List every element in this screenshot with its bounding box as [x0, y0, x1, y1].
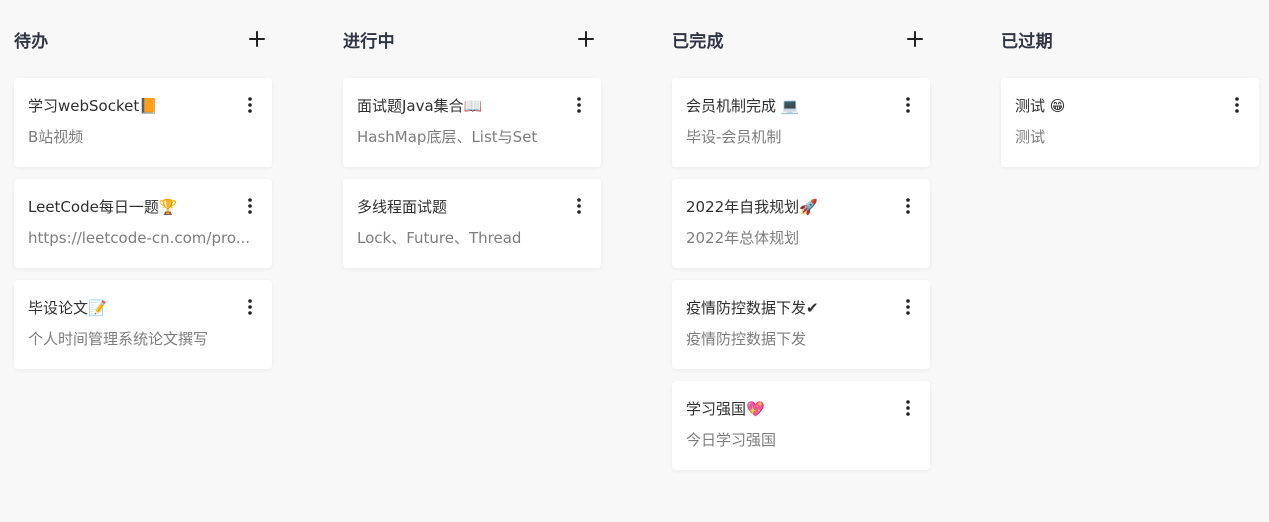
- more-vertical-icon: [577, 198, 581, 214]
- card-description: 毕设-会员机制: [686, 128, 782, 146]
- card-description: 测试: [1015, 128, 1046, 146]
- card-menu-button[interactable]: [900, 398, 916, 418]
- column-header: 进行中: [343, 24, 601, 54]
- card-menu-button[interactable]: [900, 297, 916, 317]
- more-vertical-icon: [906, 198, 910, 214]
- more-vertical-icon: [1235, 97, 1239, 113]
- add-card-button[interactable]: [575, 28, 597, 50]
- column-title: 进行中: [343, 31, 395, 52]
- card-menu-button[interactable]: [900, 196, 916, 216]
- card-description: 疫情防控数据下发: [686, 330, 807, 348]
- card-description: Lock、Future、Thread: [357, 229, 522, 247]
- card-title: 测试 😁: [1015, 97, 1066, 115]
- more-vertical-icon: [906, 400, 910, 416]
- kanban-board: 待办 学习webSocket📙 B站视频 LeetCode每日一题🏆 https…: [14, 24, 1259, 470]
- column-done: 已完成 会员机制完成 💻 毕设-会员机制 2022年自我规划🚀 2022年总体规…: [672, 24, 930, 470]
- card-description: HashMap底层、List与Set: [357, 128, 538, 146]
- card-title: 学习强国💖: [686, 400, 765, 418]
- column-todo: 待办 学习webSocket📙 B站视频 LeetCode每日一题🏆 https…: [14, 24, 272, 470]
- card-description: B站视频: [28, 128, 84, 146]
- card-title: 多线程面试题: [357, 198, 448, 216]
- more-vertical-icon: [248, 97, 252, 113]
- task-card[interactable]: 面试题Java集合📖 HashMap底层、List与Set: [343, 78, 601, 167]
- card-menu-button[interactable]: [1229, 95, 1245, 115]
- task-card[interactable]: 会员机制完成 💻 毕设-会员机制: [672, 78, 930, 167]
- card-menu-button[interactable]: [571, 95, 587, 115]
- card-list: 会员机制完成 💻 毕设-会员机制 2022年自我规划🚀 2022年总体规划 疫情…: [672, 78, 930, 470]
- add-card-button[interactable]: [904, 28, 926, 50]
- task-card[interactable]: 学习强国💖 今日学习强国: [672, 381, 930, 470]
- more-vertical-icon: [248, 198, 252, 214]
- column-title: 待办: [14, 31, 49, 52]
- card-title: LeetCode每日一题🏆: [28, 198, 178, 216]
- task-card[interactable]: 毕设论文📝 个人时间管理系统论文撰写: [14, 280, 272, 369]
- task-card[interactable]: 多线程面试题 Lock、Future、Thread: [343, 179, 601, 268]
- card-list: 面试题Java集合📖 HashMap底层、List与Set 多线程面试题 Loc…: [343, 78, 601, 268]
- card-menu-button[interactable]: [242, 196, 258, 216]
- task-card[interactable]: 2022年自我规划🚀 2022年总体规划: [672, 179, 930, 268]
- card-description: https://leetcode-cn.com/pro...: [28, 229, 251, 247]
- card-title: 学习webSocket📙: [28, 97, 158, 115]
- plus-icon: [249, 31, 265, 47]
- column-in-progress: 进行中 面试题Java集合📖 HashMap底层、List与Set 多线程面试题…: [343, 24, 601, 470]
- card-menu-button[interactable]: [900, 95, 916, 115]
- plus-icon: [907, 31, 923, 47]
- card-list: 测试 😁 测试: [1001, 78, 1259, 167]
- card-description: 2022年总体规划: [686, 229, 800, 247]
- column-header: 待办: [14, 24, 272, 54]
- more-vertical-icon: [906, 299, 910, 315]
- column-expired: 已过期 测试 😁 测试: [1001, 24, 1259, 470]
- task-card[interactable]: 学习webSocket📙 B站视频: [14, 78, 272, 167]
- more-vertical-icon: [906, 97, 910, 113]
- card-menu-button[interactable]: [571, 196, 587, 216]
- add-card-button[interactable]: [246, 28, 268, 50]
- more-vertical-icon: [577, 97, 581, 113]
- card-description: 今日学习强国: [686, 431, 777, 449]
- plus-icon: [578, 31, 594, 47]
- task-card[interactable]: 测试 😁 测试: [1001, 78, 1259, 167]
- card-title: 2022年自我规划🚀: [686, 198, 818, 216]
- column-header: 已过期: [1001, 24, 1259, 54]
- column-header: 已完成: [672, 24, 930, 54]
- card-title: 面试题Java集合📖: [357, 97, 483, 115]
- card-title: 疫情防控数据下发✔: [686, 299, 819, 317]
- column-title: 已完成: [672, 31, 724, 52]
- card-title: 毕设论文📝: [28, 299, 107, 317]
- task-card[interactable]: 疫情防控数据下发✔ 疫情防控数据下发: [672, 280, 930, 369]
- card-menu-button[interactable]: [242, 297, 258, 317]
- task-card[interactable]: LeetCode每日一题🏆 https://leetcode-cn.com/pr…: [14, 179, 272, 268]
- card-list: 学习webSocket📙 B站视频 LeetCode每日一题🏆 https://…: [14, 78, 272, 369]
- more-vertical-icon: [248, 299, 252, 315]
- card-description: 个人时间管理系统论文撰写: [28, 330, 209, 348]
- column-title: 已过期: [1001, 31, 1053, 52]
- card-title: 会员机制完成 💻: [686, 97, 800, 115]
- card-menu-button[interactable]: [242, 95, 258, 115]
